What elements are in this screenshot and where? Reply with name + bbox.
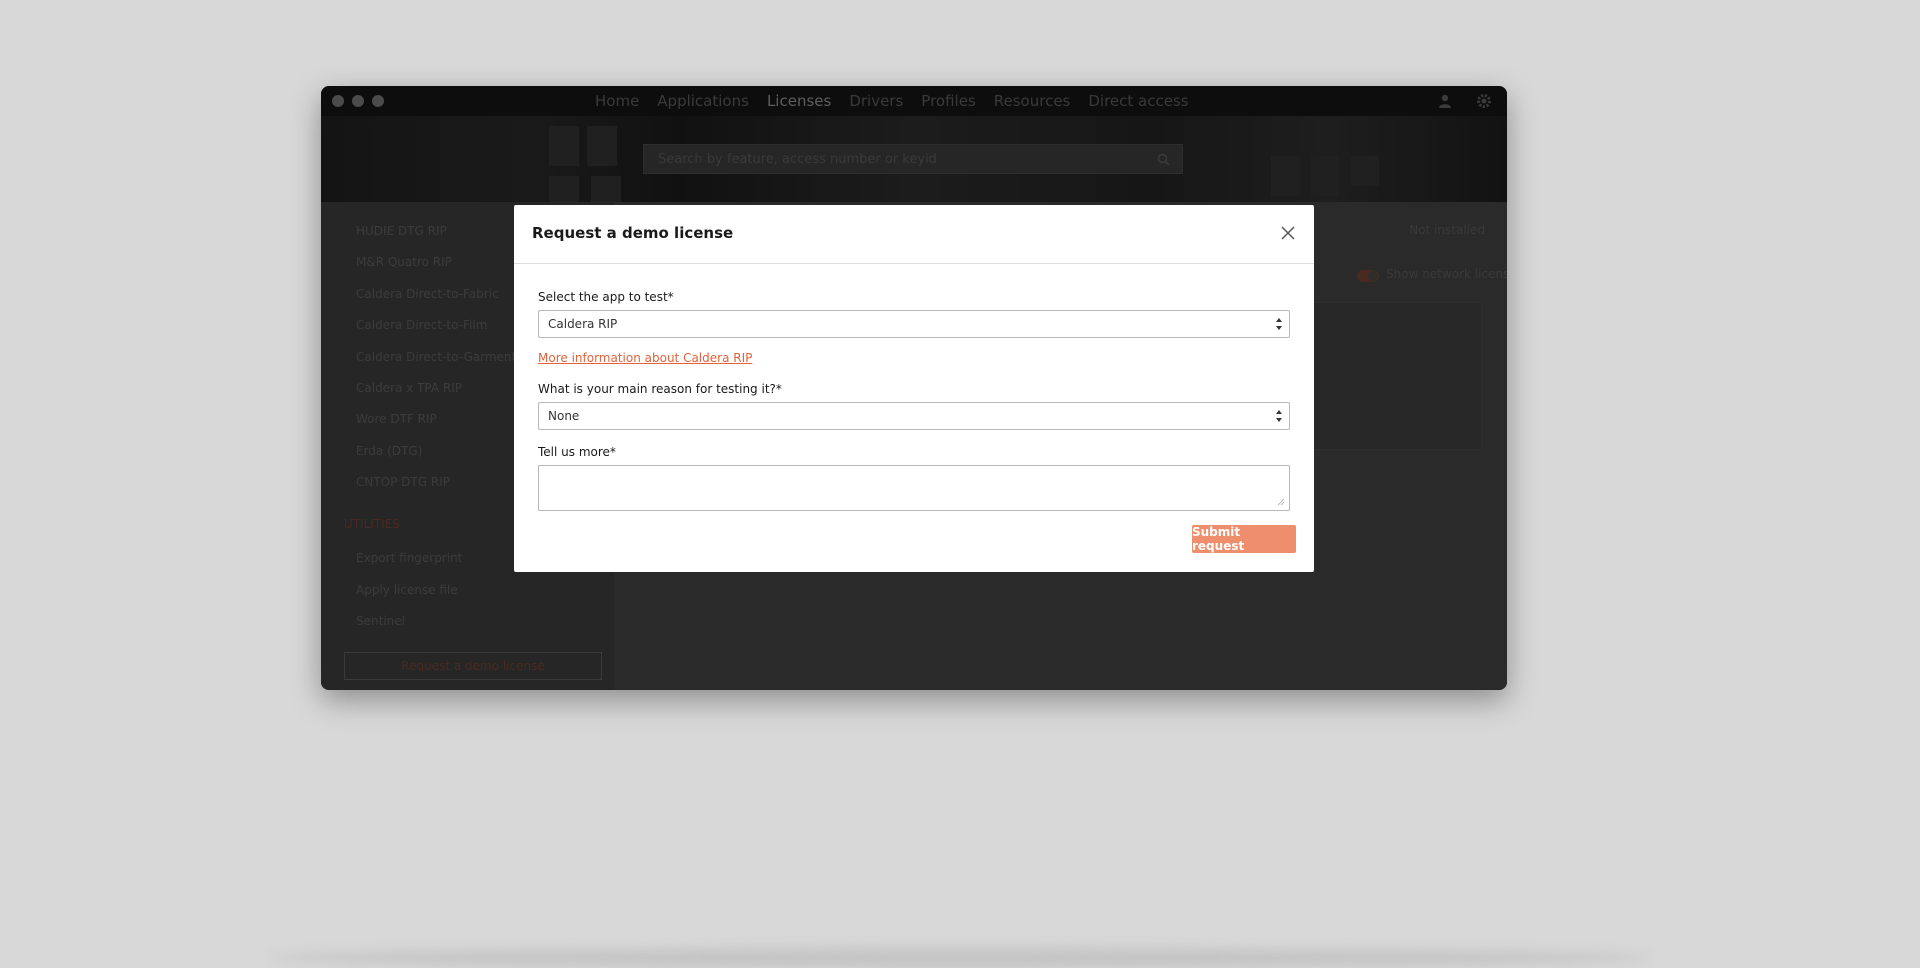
sidebar-item-sentinel[interactable]: Sentinel xyxy=(356,614,405,628)
sidebar-item-caldera-tpa-rip[interactable]: Caldera x TPA RIP xyxy=(356,381,462,395)
resize-handle-icon[interactable] xyxy=(1277,498,1285,506)
close-icon xyxy=(1281,226,1295,240)
window-minimize-dot[interactable] xyxy=(352,95,364,107)
sidebar-item-direct-to-fabric[interactable]: Caldera Direct-to-Fabric xyxy=(356,287,499,301)
user-icon[interactable] xyxy=(1437,93,1453,109)
sidebar-item-direct-to-film[interactable]: Caldera Direct-to-Film xyxy=(356,318,487,332)
more-info-link[interactable]: More information about Caldera RIP xyxy=(538,351,752,365)
hero-image-tile xyxy=(591,176,621,202)
window-topbar: Home Applications Licenses Drivers Profi… xyxy=(321,86,1507,118)
hero-image-tile xyxy=(1311,156,1339,196)
gear-icon[interactable] xyxy=(1476,93,1492,109)
modal-header: Request a demo license xyxy=(514,205,1314,264)
search-placeholder: Search by feature, access number or keyi… xyxy=(658,151,937,167)
nav-applications[interactable]: Applications xyxy=(657,88,749,114)
nav-licenses[interactable]: Licenses xyxy=(762,88,836,118)
hero-image-tile xyxy=(587,126,617,166)
reason-select-value: None xyxy=(548,409,580,423)
sidebar-item-apply-license-file[interactable]: Apply license file xyxy=(356,583,458,597)
window-close-dot[interactable] xyxy=(332,95,344,107)
sidebar-item-wore-dtf-rip[interactable]: Wore DTF RIP xyxy=(356,412,437,426)
sidebar-item-cntop-dtg-rip[interactable]: CNTOP DTG RIP xyxy=(356,475,450,489)
tell-us-more-textarea[interactable] xyxy=(538,465,1290,511)
sidebar-item-hudie-dtg-rip[interactable]: HUDIE DTG RIP xyxy=(356,224,447,238)
sidebar-item-export-fingerprint[interactable]: Export fingerprint xyxy=(356,551,462,565)
sidebar-item-erda-dtg[interactable]: Erda (DTG) xyxy=(356,444,422,458)
main-nav: Home Applications Licenses Drivers Profi… xyxy=(595,86,1207,118)
app-select-value: Caldera RIP xyxy=(548,317,618,331)
modal-title: Request a demo license xyxy=(532,224,734,242)
app-select[interactable]: Caldera RIP xyxy=(538,310,1290,338)
utilities-heading: UTILITIES xyxy=(344,517,400,531)
reason-select-label: What is your main reason for testing it?… xyxy=(538,382,782,396)
demo-license-modal: Request a demo license Select the app to… xyxy=(514,205,1314,572)
submit-request-button[interactable]: Submit request xyxy=(1192,525,1296,553)
status-badge: Not installed xyxy=(1409,223,1485,237)
tell-us-more-label: Tell us more* xyxy=(538,445,616,459)
sidebar-item-mr-quatro-rip[interactable]: M&R Quatro RIP xyxy=(356,255,452,269)
close-button[interactable] xyxy=(1276,221,1300,245)
hero-image-tile xyxy=(1271,156,1299,196)
network-licenses-label: Show network licenses xyxy=(1386,267,1507,281)
search-icon[interactable] xyxy=(1157,153,1170,166)
license-search-input[interactable]: Search by feature, access number or keyi… xyxy=(643,144,1183,174)
nav-resources[interactable]: Resources xyxy=(994,88,1071,114)
nav-direct-access[interactable]: Direct access xyxy=(1088,88,1188,114)
window-maximize-dot[interactable] xyxy=(372,95,384,107)
hero-image-tile xyxy=(1351,156,1379,186)
nav-drivers[interactable]: Drivers xyxy=(849,88,903,114)
select-arrows-icon xyxy=(1276,410,1282,422)
nav-home[interactable]: Home xyxy=(595,88,639,114)
hero-image-tile xyxy=(549,176,579,202)
select-arrows-icon xyxy=(1276,318,1282,330)
sidebar-item-direct-to-garment[interactable]: Caldera Direct-to-Garment xyxy=(356,350,516,364)
nav-profiles[interactable]: Profiles xyxy=(921,88,975,114)
sidebar-request-demo-button[interactable]: Request a demo license xyxy=(344,652,602,680)
page-shadow xyxy=(270,948,1650,968)
hero-banner: Search by feature, access number or keyi… xyxy=(321,116,1507,202)
hero-image-tile xyxy=(549,126,579,166)
network-licenses-toggle[interactable] xyxy=(1357,270,1379,282)
reason-select[interactable]: None xyxy=(538,402,1290,430)
app-select-label: Select the app to test* xyxy=(538,290,674,304)
